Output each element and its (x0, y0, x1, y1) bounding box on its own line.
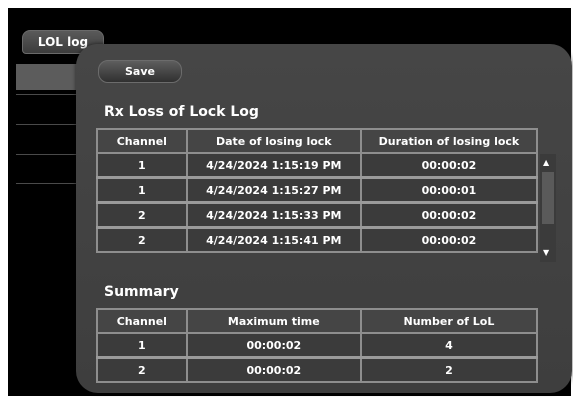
column-header-date: Date of losing lock (185, 128, 362, 154)
cell-duration: 00:00:02 (359, 226, 539, 253)
column-header-channel: Channel (96, 308, 188, 334)
column-header-channel: Channel (96, 128, 188, 154)
cell-channel: 2 (96, 226, 188, 253)
cell-duration: 00:00:02 (359, 152, 539, 179)
log-scrollbar[interactable]: ▲ ▼ (540, 154, 556, 262)
cell-channel: 2 (96, 201, 188, 229)
table-row[interactable]: 2 4/24/2024 1:15:33 PM 00:00:02 (96, 201, 539, 229)
cell-date: 4/24/2024 1:15:19 PM (185, 152, 362, 179)
cell-number-of-lol: 4 (359, 332, 539, 359)
column-header-duration: Duration of losing lock (359, 128, 539, 154)
table-row[interactable]: 1 00:00:02 4 (96, 332, 539, 359)
summary-title: Summary (104, 284, 179, 300)
cell-maximum-time: 00:00:02 (185, 356, 362, 383)
cell-channel: 2 (96, 356, 188, 383)
cell-date: 4/24/2024 1:15:33 PM (185, 201, 362, 229)
cell-maximum-time: 00:00:02 (185, 332, 362, 359)
cell-date: 4/24/2024 1:15:41 PM (185, 226, 362, 253)
lol-log-panel: Save Rx Loss of Lock Log Channel Date of… (76, 44, 572, 393)
scrollbar-thumb[interactable] (542, 172, 554, 224)
table-header-row: Channel Maximum time Number of LoL (96, 308, 539, 334)
column-header-maximum-time: Maximum time (185, 308, 362, 334)
loss-of-lock-log-table: Channel Date of losing lock Duration of … (96, 128, 539, 253)
summary-table: Channel Maximum time Number of LoL 1 00:… (96, 308, 539, 383)
table-header-row: Channel Date of losing lock Duration of … (96, 128, 539, 154)
table-row[interactable]: 1 4/24/2024 1:15:19 PM 00:00:02 (96, 152, 539, 179)
cell-channel: 1 (96, 332, 188, 359)
down-arrow-icon[interactable]: ▼ (543, 248, 549, 258)
cell-date: 4/24/2024 1:15:27 PM (185, 176, 362, 204)
table-row[interactable]: 2 4/24/2024 1:15:41 PM 00:00:02 (96, 226, 539, 253)
up-arrow-icon[interactable]: ▲ (543, 158, 549, 168)
cell-duration: 00:00:02 (359, 201, 539, 229)
cell-channel: 1 (96, 176, 188, 204)
column-header-number-of-lol: Number of LoL (359, 308, 539, 334)
cell-duration: 00:00:01 (359, 176, 539, 204)
table-row[interactable]: 2 00:00:02 2 (96, 356, 539, 383)
save-button[interactable]: Save (98, 60, 182, 83)
cell-channel: 1 (96, 152, 188, 179)
table-row[interactable]: 1 4/24/2024 1:15:27 PM 00:00:01 (96, 176, 539, 204)
cell-number-of-lol: 2 (359, 356, 539, 383)
log-title: Rx Loss of Lock Log (104, 104, 259, 120)
